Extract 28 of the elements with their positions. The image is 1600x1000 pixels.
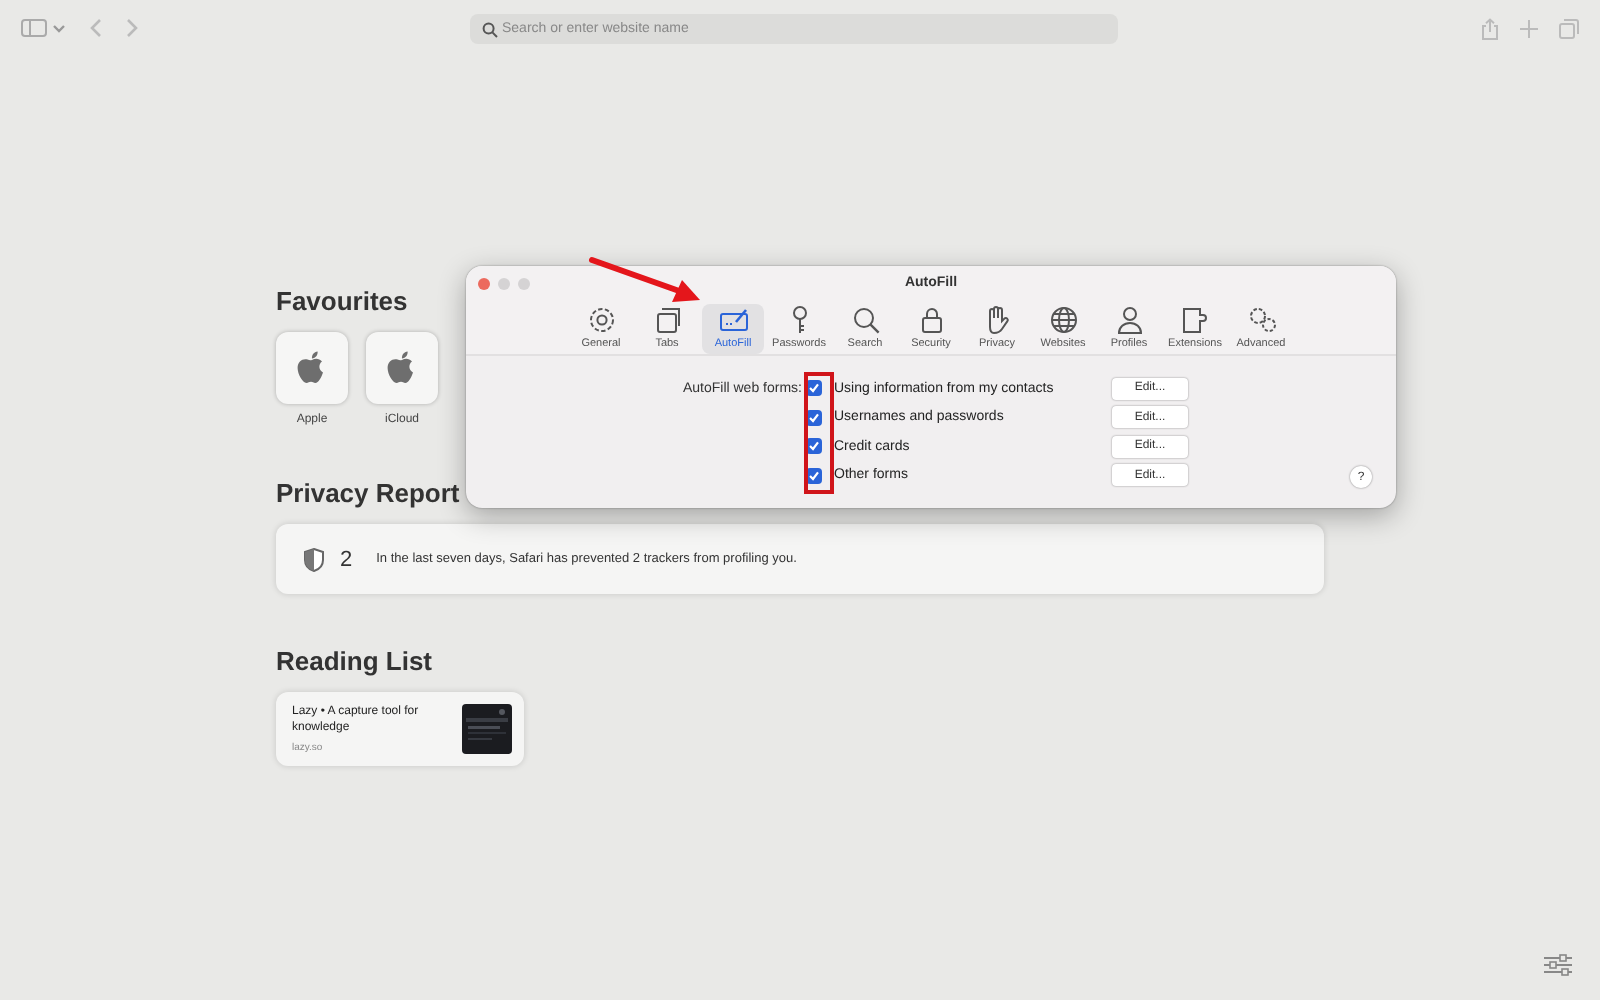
gears-icon: [1245, 304, 1277, 336]
favourite-tile[interactable]: [276, 332, 348, 404]
new-tab-icon[interactable]: [1520, 19, 1538, 37]
globe-icon: [1047, 304, 1079, 336]
tracker-count: 2: [340, 547, 353, 571]
back-icon[interactable]: [88, 18, 104, 38]
apple-icon: [386, 349, 418, 387]
highlight-frame: [804, 372, 834, 494]
close-button[interactable]: [478, 278, 490, 290]
person-icon: [1113, 304, 1145, 336]
tab-overview-icon[interactable]: [1558, 17, 1580, 39]
customize-icon[interactable]: [1542, 952, 1574, 978]
search-icon: [482, 21, 498, 37]
favourite-tile[interactable]: [366, 332, 438, 404]
gear-icon: [585, 304, 617, 336]
windows-icon: [651, 304, 683, 336]
shield-icon: [304, 547, 324, 571]
sidebar-icon[interactable]: [20, 18, 68, 38]
apple-icon: [296, 349, 328, 387]
section-heading: Privacy Report: [276, 478, 460, 508]
puzzle-icon: [1179, 304, 1211, 336]
annotation-arrow: [586, 254, 706, 306]
form-pen-icon: [717, 304, 749, 336]
section-heading: Favourites: [276, 286, 408, 316]
search-icon: [849, 304, 881, 336]
forward-icon[interactable]: [124, 18, 140, 38]
section-heading: Reading List: [276, 646, 433, 676]
share-icon[interactable]: [1480, 17, 1500, 39]
